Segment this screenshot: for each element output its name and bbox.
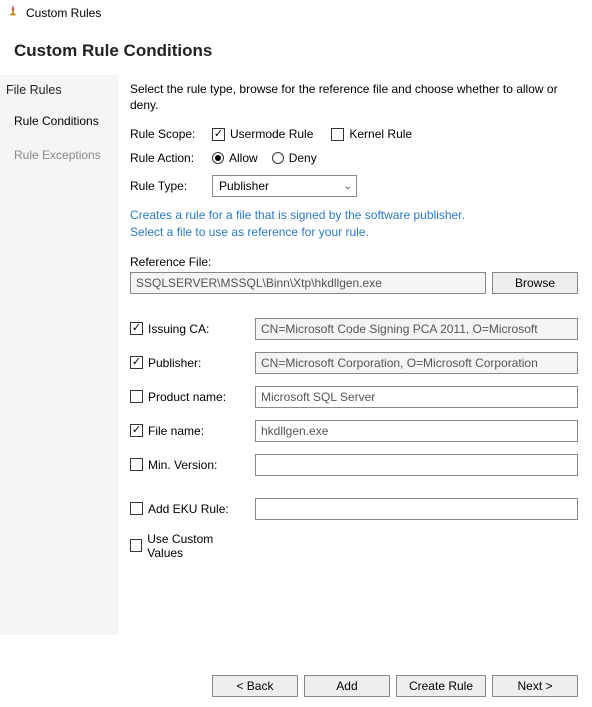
create-rule-button[interactable]: Create Rule (396, 675, 486, 697)
publisher-label: Publisher: (148, 356, 201, 370)
add-eku-checkbox[interactable]: Add EKU Rule: (130, 502, 245, 516)
issuing-ca-checkbox[interactable]: ✓ Issuing CA: (130, 322, 245, 336)
checkbox-icon (130, 502, 143, 515)
add-eku-input[interactable] (255, 498, 578, 520)
kernel-rule-checkbox[interactable]: Kernel Rule (331, 127, 412, 141)
checkbox-icon (331, 128, 344, 141)
checkbox-icon: ✓ (130, 424, 143, 437)
sidebar-heading: File Rules (0, 79, 118, 109)
product-name-label: Product name: (148, 390, 226, 404)
rule-scope-row: Rule Scope: ✓ Usermode Rule Kernel Rule (130, 127, 578, 141)
checkbox-icon (130, 458, 143, 471)
app-icon (6, 4, 20, 21)
sidebar-item-rule-conditions[interactable]: Rule Conditions (0, 109, 118, 143)
sidebar-item-rule-exceptions[interactable]: Rule Exceptions (0, 143, 118, 177)
page-title: Custom Rule Conditions (0, 25, 592, 75)
product-name-input[interactable] (255, 386, 578, 408)
issuing-ca-row: ✓ Issuing CA: (130, 318, 578, 340)
rule-type-value: Publisher (219, 179, 269, 193)
min-version-label: Min. Version: (148, 458, 217, 472)
file-name-input[interactable] (255, 420, 578, 442)
reference-file-row: Browse (130, 272, 578, 294)
rule-action-label: Rule Action: (130, 151, 212, 165)
use-custom-values-label: Use Custom Values (147, 532, 245, 560)
radio-icon (272, 152, 284, 164)
publisher-input[interactable] (255, 352, 578, 374)
chevron-down-icon: ⌄ (344, 181, 352, 192)
add-button[interactable]: Add (304, 675, 390, 697)
allow-label: Allow (229, 151, 258, 165)
checkbox-icon: ✓ (130, 322, 143, 335)
min-version-checkbox[interactable]: Min. Version: (130, 458, 245, 472)
use-custom-values-row: Use Custom Values (130, 532, 578, 560)
file-name-row: ✓ File name: (130, 420, 578, 442)
deny-radio[interactable]: Deny (272, 151, 317, 165)
checkbox-icon: ✓ (130, 356, 143, 369)
intro-text: Select the rule type, browse for the ref… (130, 81, 578, 113)
publisher-row: ✓ Publisher: (130, 352, 578, 374)
rule-action-row: Rule Action: Allow Deny (130, 151, 578, 165)
browse-button[interactable]: Browse (492, 272, 578, 294)
usermode-rule-checkbox[interactable]: ✓ Usermode Rule (212, 127, 313, 141)
window-title-bar: Custom Rules (0, 0, 592, 25)
add-eku-row: Add EKU Rule: (130, 498, 578, 520)
product-name-checkbox[interactable]: Product name: (130, 390, 245, 404)
footer-buttons: < Back Add Create Rule Next > (0, 665, 592, 707)
product-name-row: Product name: (130, 386, 578, 408)
file-name-label: File name: (148, 424, 204, 438)
issuing-ca-label: Issuing CA: (148, 322, 209, 336)
rule-type-select[interactable]: Publisher ⌄ (212, 175, 357, 197)
usermode-rule-label: Usermode Rule (230, 127, 313, 141)
rule-type-hint-line2: Select a file to use as reference for yo… (130, 224, 578, 241)
add-eku-label: Add EKU Rule: (148, 502, 229, 516)
rule-type-label: Rule Type: (130, 179, 212, 193)
rule-scope-label: Rule Scope: (130, 127, 212, 141)
min-version-input[interactable] (255, 454, 578, 476)
checkbox-icon (130, 390, 143, 403)
min-version-row: Min. Version: (130, 454, 578, 476)
next-button[interactable]: Next > (492, 675, 578, 697)
sidebar: File Rules Rule Conditions Rule Exceptio… (0, 75, 118, 635)
issuing-ca-input[interactable] (255, 318, 578, 340)
allow-radio[interactable]: Allow (212, 151, 258, 165)
file-name-checkbox[interactable]: ✓ File name: (130, 424, 245, 438)
checkbox-icon: ✓ (212, 128, 225, 141)
main-panel: Select the rule type, browse for the ref… (118, 75, 592, 635)
checkbox-icon (130, 539, 142, 552)
reference-file-label: Reference File: (130, 255, 578, 269)
back-button[interactable]: < Back (212, 675, 298, 697)
kernel-rule-label: Kernel Rule (349, 127, 412, 141)
radio-icon (212, 152, 224, 164)
deny-label: Deny (289, 151, 317, 165)
window-title: Custom Rules (26, 6, 101, 20)
rule-type-hint-line1: Creates a rule for a file that is signed… (130, 207, 578, 224)
rule-type-row: Rule Type: Publisher ⌄ (130, 175, 578, 197)
rule-type-hint: Creates a rule for a file that is signed… (130, 207, 578, 241)
publisher-checkbox[interactable]: ✓ Publisher: (130, 356, 245, 370)
use-custom-values-checkbox[interactable]: Use Custom Values (130, 532, 245, 560)
reference-file-input[interactable] (130, 272, 486, 294)
